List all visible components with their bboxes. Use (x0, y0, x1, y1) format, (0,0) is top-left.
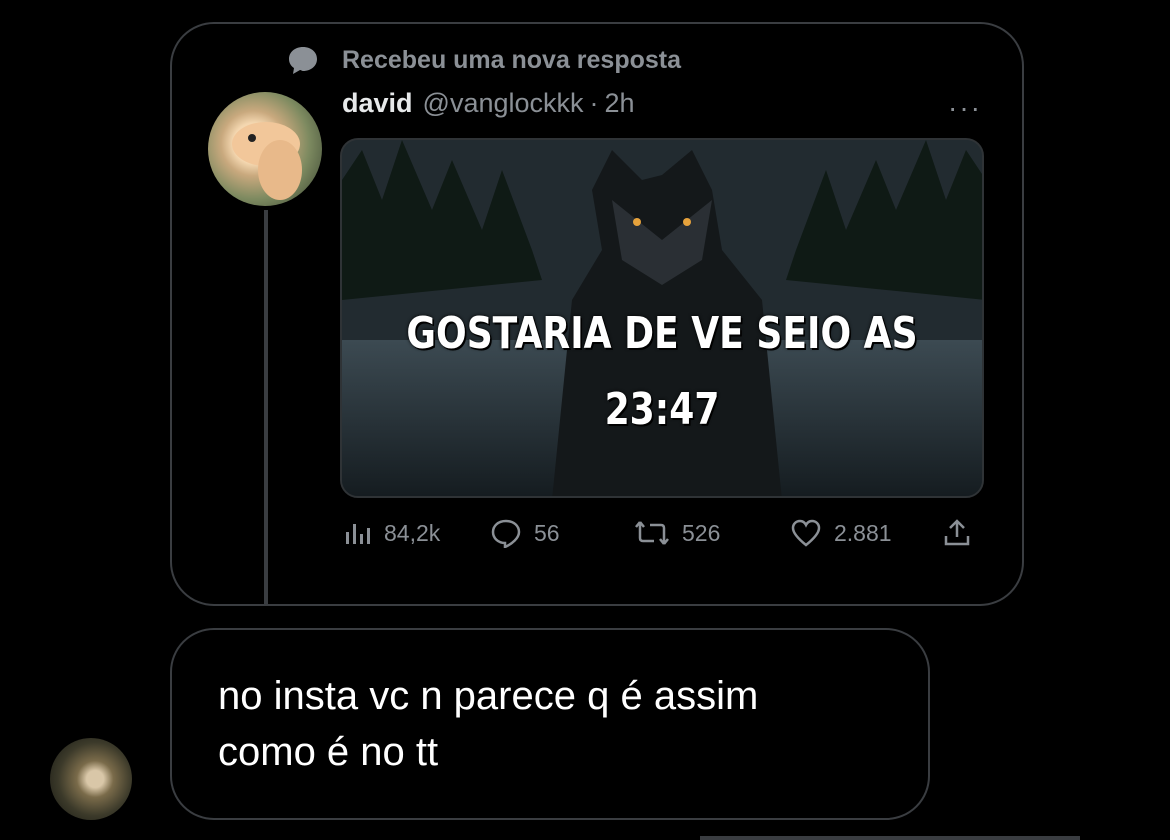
speech-bubble-icon (286, 43, 320, 77)
media-caption-line1: GOSTARIA DE VE SEIO AS (406, 308, 918, 359)
share-icon (944, 519, 970, 546)
notification-header: Recebeu uma nova resposta (286, 40, 681, 80)
reply-bubble-icon (491, 519, 521, 548)
display-name[interactable]: david (342, 88, 413, 119)
thread-line (264, 210, 268, 604)
heart-icon (791, 519, 821, 547)
timestamp[interactable]: 2h (605, 88, 635, 119)
tweet-media-image[interactable]: GOSTARIA DE VE SEIO AS 23:47 (340, 138, 984, 498)
retweet-button[interactable]: 526 (634, 518, 720, 548)
views-count: 84,2k (384, 519, 441, 546)
retweet-count: 526 (682, 519, 721, 546)
reply-avatar[interactable] (50, 738, 132, 820)
like-count: 2.881 (834, 519, 892, 546)
notification-text: Recebeu uma nova resposta (342, 45, 682, 74)
reply-button[interactable]: 56 (490, 518, 560, 548)
tweet-header: david @vanglockkk · 2h (342, 88, 635, 119)
reply-line1: no insta vc n parece q é assim (218, 674, 759, 718)
separator: · (589, 88, 599, 118)
avatar[interactable] (208, 92, 322, 206)
share-button[interactable] (942, 518, 984, 548)
handle[interactable]: @vanglockkk (423, 88, 584, 119)
views-button[interactable]: 84,2k (342, 518, 440, 548)
reply-count: 56 (534, 519, 560, 546)
like-button[interactable]: 2.881 (790, 518, 892, 548)
reply-message: no insta vc n parece q é assim como é no… (218, 668, 918, 780)
more-options-icon[interactable]: ··· (948, 92, 982, 124)
media-caption-line2: 23:47 (604, 384, 720, 435)
views-bar-chart-icon (346, 524, 370, 544)
divider (700, 836, 1080, 840)
tweet-actions: 84,2k 56 526 2.881 (342, 518, 982, 558)
reply-line2: como é no tt (218, 730, 439, 774)
retweet-icon (635, 521, 669, 545)
